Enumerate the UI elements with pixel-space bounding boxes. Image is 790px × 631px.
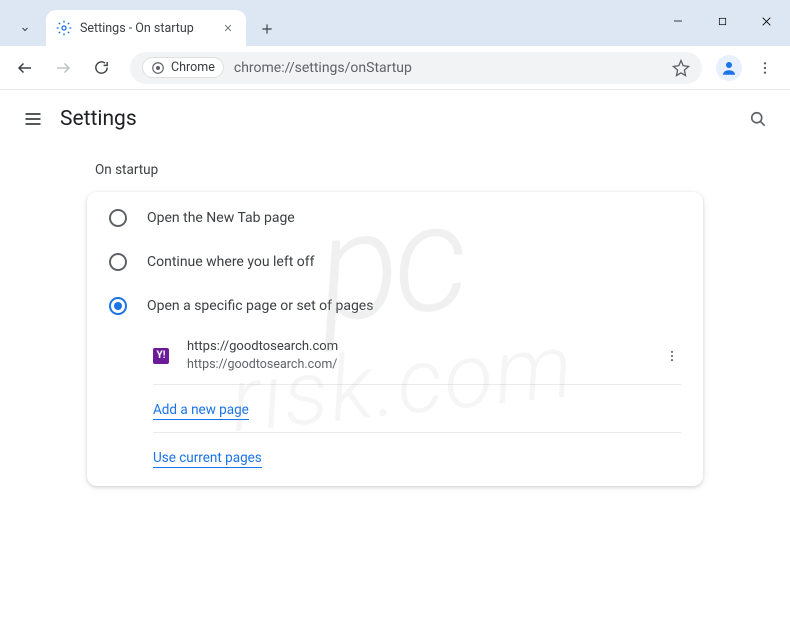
arrow-left-icon: [16, 59, 34, 77]
chrome-chip: Chrome: [142, 57, 224, 78]
settings-search-button[interactable]: [746, 107, 770, 131]
more-vertical-icon: [757, 60, 773, 76]
maximize-icon: [717, 16, 728, 27]
use-current-row: Use current pages: [153, 433, 681, 480]
plus-icon: [260, 22, 274, 36]
bookmark-button[interactable]: [672, 59, 690, 77]
new-tab-button[interactable]: [252, 14, 282, 44]
close-icon: [760, 15, 773, 28]
titlebar: Settings - On startup: [0, 0, 790, 46]
radio-icon: [109, 209, 127, 227]
page-title: https://goodtosearch.com: [187, 338, 663, 356]
startup-option-newtab[interactable]: Open the New Tab page: [87, 196, 703, 240]
chevron-down-icon: [19, 23, 31, 35]
maximize-button[interactable]: [702, 6, 742, 36]
section-label: On startup: [95, 162, 703, 178]
close-icon: [223, 23, 233, 33]
hamburger-icon: [23, 109, 43, 129]
minimize-button[interactable]: [658, 6, 698, 36]
tab-list-dropdown[interactable]: [10, 14, 40, 44]
settings-content: On startup Open the New Tab page Continu…: [0, 148, 790, 486]
use-current-link[interactable]: Use current pages: [153, 450, 262, 468]
browser-tab[interactable]: Settings - On startup: [46, 10, 246, 46]
radio-selected-icon: [109, 297, 127, 315]
option-label: Continue where you left off: [147, 254, 315, 270]
profile-button[interactable]: [716, 55, 742, 81]
tab-close-button[interactable]: [220, 20, 236, 36]
search-icon: [748, 109, 768, 129]
reload-button[interactable]: [86, 53, 116, 83]
option-label: Open the New Tab page: [147, 210, 295, 226]
back-button[interactable]: [10, 53, 40, 83]
settings-header: Settings: [0, 90, 790, 148]
url-text: chrome://settings/onStartup: [234, 60, 412, 76]
page-more-button[interactable]: [663, 349, 681, 363]
arrow-right-icon: [54, 59, 72, 77]
page-favicon: Y!: [153, 348, 169, 364]
browser-menu-button[interactable]: [750, 53, 780, 83]
radio-icon: [109, 253, 127, 271]
star-icon: [672, 59, 690, 77]
page-title: Settings: [60, 107, 746, 131]
option-label: Open a specific page or set of pages: [147, 298, 373, 314]
chip-label: Chrome: [171, 60, 215, 75]
close-window-button[interactable]: [746, 6, 786, 36]
browser-toolbar: Chrome chrome://settings/onStartup: [0, 46, 790, 90]
startup-option-specific[interactable]: Open a specific page or set of pages: [87, 284, 703, 328]
add-page-row: Add a new page: [153, 385, 681, 433]
add-page-link[interactable]: Add a new page: [153, 402, 249, 420]
startup-option-continue[interactable]: Continue where you left off: [87, 240, 703, 284]
forward-button[interactable]: [48, 53, 78, 83]
page-url: https://goodtosearch.com/: [187, 356, 663, 374]
startup-card: Open the New Tab page Continue where you…: [87, 192, 703, 486]
reload-icon: [93, 59, 110, 76]
more-vertical-icon: [665, 349, 679, 363]
tab-title: Settings - On startup: [80, 21, 212, 36]
address-bar[interactable]: Chrome chrome://settings/onStartup: [130, 52, 702, 84]
settings-menu-button[interactable]: [20, 106, 46, 132]
chrome-icon: [151, 61, 165, 75]
minimize-icon: [672, 15, 684, 27]
person-icon: [720, 59, 738, 77]
settings-favicon: [56, 20, 72, 36]
startup-page-row: Y! https://goodtosearch.com https://good…: [153, 328, 681, 385]
